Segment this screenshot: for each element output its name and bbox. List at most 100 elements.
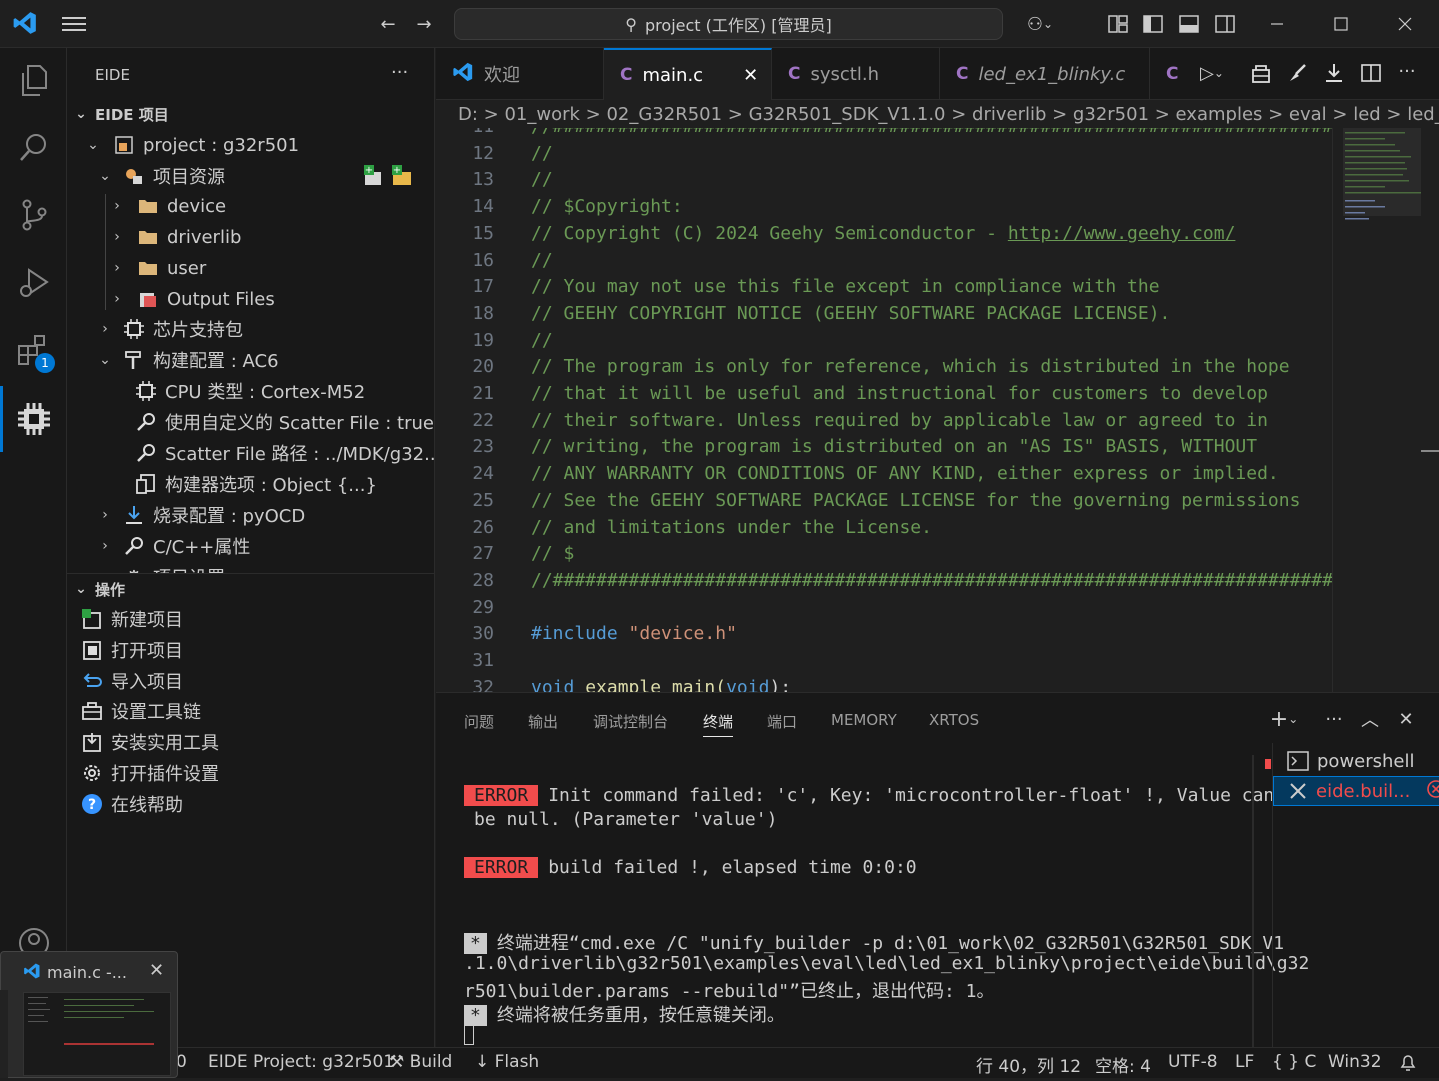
op-online-help[interactable]: ? 在线帮助: [81, 789, 183, 819]
chevron-down-icon: ⌄: [75, 581, 87, 597]
command-center-search[interactable]: ⚲ project (工作区) [管理员]: [454, 8, 1003, 40]
toggle-secondary-sidebar-icon[interactable]: [1211, 10, 1239, 38]
tree-scatter-path[interactable]: Scatter File 路径 : ../MDK/g32...: [135, 438, 441, 468]
toolbox-icon: [81, 701, 103, 721]
op-import-project[interactable]: 导入项目: [81, 666, 183, 696]
line-number: 16: [472, 249, 494, 271]
terminal-item-eide-build[interactable]: eide.buil...: [1273, 776, 1439, 806]
panel-tab-debug-console[interactable]: 调试控制台: [593, 711, 668, 732]
tab-main-c[interactable]: C main.c ✕: [604, 48, 772, 100]
tree-scatter-custom[interactable]: 使用自定义的 Scatter File : true: [135, 407, 434, 437]
section-eide-project[interactable]: ⌄ EIDE 项目: [73, 99, 169, 129]
star-marker: *: [464, 1005, 487, 1026]
toggle-sidebar-icon[interactable]: [1139, 10, 1167, 38]
status-language[interactable]: { } C: [1272, 1052, 1316, 1072]
line-number: 28: [472, 569, 494, 591]
op-install-tools[interactable]: 安装实用工具: [81, 727, 219, 757]
line-number: 18: [472, 302, 494, 324]
back-arrow-icon[interactable]: ←: [374, 10, 402, 38]
op-new-project[interactable]: 新建项目: [81, 604, 183, 634]
minimap[interactable]: [1332, 128, 1439, 692]
taskbar-thumbnail[interactable]: main.c -... ✕: [0, 951, 178, 1078]
close-thumbnail-icon[interactable]: ✕: [149, 960, 164, 981]
add-folder-icon[interactable]: +: [391, 164, 415, 193]
panel-tab-terminal[interactable]: 终端: [703, 711, 734, 737]
activity-bar: 1: [0, 48, 67, 1047]
panel-tab-xrtos[interactable]: XRTOS: [929, 711, 979, 729]
run-debug-icon[interactable]: [0, 250, 67, 316]
search-icon[interactable]: [0, 114, 67, 180]
code-line: // $Copyright:: [531, 196, 683, 217]
tree-cpp-properties[interactable]: › C/C++属性: [97, 531, 250, 561]
terminal-list: powershell eide.buil...: [1272, 743, 1439, 1048]
menu-icon[interactable]: [62, 14, 88, 34]
status-indentation[interactable]: 空格: 4: [1095, 1052, 1151, 1077]
panel-tab-problems[interactable]: 问题: [464, 711, 494, 732]
clean-icon[interactable]: [1284, 59, 1312, 87]
download-flash-icon[interactable]: [1320, 59, 1348, 87]
tab-welcome[interactable]: 欢迎: [436, 48, 604, 100]
tab-sysctl-h[interactable]: C sysctl.h: [772, 48, 940, 100]
op-open-project[interactable]: 打开项目: [81, 635, 183, 665]
section-operations[interactable]: ⌄ 操作: [73, 574, 125, 604]
close-panel-icon[interactable]: ✕: [1392, 705, 1420, 733]
extensions-icon[interactable]: 1: [0, 318, 67, 384]
copilot-icon[interactable]: ⚇ ⌄: [1018, 10, 1062, 38]
close-window-icon[interactable]: [1391, 10, 1419, 38]
tree-folder-output[interactable]: › Output Files: [109, 284, 275, 314]
flash-config-label: 烧录配置 : pyOCD: [153, 506, 306, 527]
tree-folder-user[interactable]: › user: [109, 253, 206, 283]
tab-overflow[interactable]: C: [1150, 48, 1190, 100]
sidebar-more-button[interactable]: ···: [391, 62, 408, 83]
code-link[interactable]: http://www.geehy.com/: [1008, 223, 1236, 244]
chevron-right-icon: ›: [102, 538, 108, 554]
status-eol[interactable]: LF: [1235, 1052, 1254, 1072]
status-eide-project[interactable]: EIDE Project: g32r501: [208, 1052, 394, 1072]
tree-flash-config[interactable]: › 烧录配置 : pyOCD: [97, 500, 305, 530]
terminal-item-powershell[interactable]: powershell: [1287, 746, 1415, 776]
status-flash[interactable]: ↓ Flash: [475, 1052, 539, 1072]
explorer-icon[interactable]: [0, 48, 67, 114]
status-build[interactable]: ⚒ Build: [389, 1052, 452, 1072]
code-comment: // their software. Unless required by ap…: [531, 409, 1268, 431]
tree-folder-driverlib[interactable]: › driverlib: [109, 222, 241, 252]
run-debug-dropdown-icon[interactable]: ▷ ⌄: [1192, 59, 1232, 87]
panel-tab-memory[interactable]: MEMORY: [831, 711, 897, 729]
add-source-folder-icon[interactable]: +: [363, 164, 387, 193]
folder-icon: [137, 227, 159, 247]
panel-tab-output[interactable]: 输出: [528, 711, 558, 732]
tree-project[interactable]: ⌄ project : g32r501: [85, 130, 299, 160]
eide-chip-icon[interactable]: [0, 386, 67, 452]
eide-sidebar: EIDE ··· ⌄ EIDE 项目 ⌄ project : g32r501 ⌄…: [67, 48, 441, 1047]
tree-builder-options[interactable]: 构建器选项 : Object {...}: [135, 469, 377, 499]
tree-cpu-type[interactable]: CPU 类型 : Cortex-M52: [135, 376, 365, 406]
split-editor-icon[interactable]: [1357, 59, 1385, 87]
minimize-icon[interactable]: [1263, 10, 1291, 38]
tree-chip-package[interactable]: › 芯片支持包: [97, 314, 243, 344]
tree-build-config[interactable]: ⌄ 构建配置 : AC6: [97, 345, 278, 375]
status-encoding[interactable]: UTF-8: [1168, 1052, 1218, 1072]
tree-folder-device[interactable]: › device: [109, 191, 226, 221]
op-toolchain[interactable]: 设置工具链: [81, 696, 201, 726]
more-actions-icon[interactable]: ···: [1393, 57, 1421, 85]
build-icon[interactable]: [1247, 59, 1275, 87]
new-terminal-icon[interactable]: + ⌄: [1264, 705, 1304, 733]
op-plugin-settings[interactable]: 打开插件设置: [81, 758, 219, 788]
status-cursor-position[interactable]: 行 40，列 12: [976, 1052, 1081, 1077]
toggle-panel-icon[interactable]: [1175, 10, 1203, 38]
terminal-scrollbar[interactable]: [1252, 755, 1254, 1048]
maximize-panel-icon[interactable]: ︿: [1356, 705, 1384, 733]
maximize-icon[interactable]: [1327, 10, 1355, 38]
source-control-icon[interactable]: [0, 182, 67, 248]
panel-more-icon[interactable]: ···: [1320, 705, 1348, 733]
panel-tab-ports[interactable]: 端口: [767, 711, 797, 732]
breadcrumb[interactable]: D: > 01_work > 02_G32R501 > G32R501_SDK_…: [436, 100, 1439, 128]
forward-arrow-icon[interactable]: →: [410, 10, 438, 38]
tab-led-ex1-blinky[interactable]: C led_ex1_blinky.c: [940, 48, 1150, 100]
code-editor[interactable]: 11 //####################################…: [436, 128, 1332, 692]
customize-layout-icon[interactable]: [1104, 10, 1132, 38]
tree-resources[interactable]: ⌄ 项目资源: [97, 161, 225, 191]
bell-icon[interactable]: [1398, 1052, 1418, 1077]
status-platform[interactable]: Win32: [1328, 1052, 1382, 1072]
close-tab-icon[interactable]: ✕: [743, 65, 758, 86]
